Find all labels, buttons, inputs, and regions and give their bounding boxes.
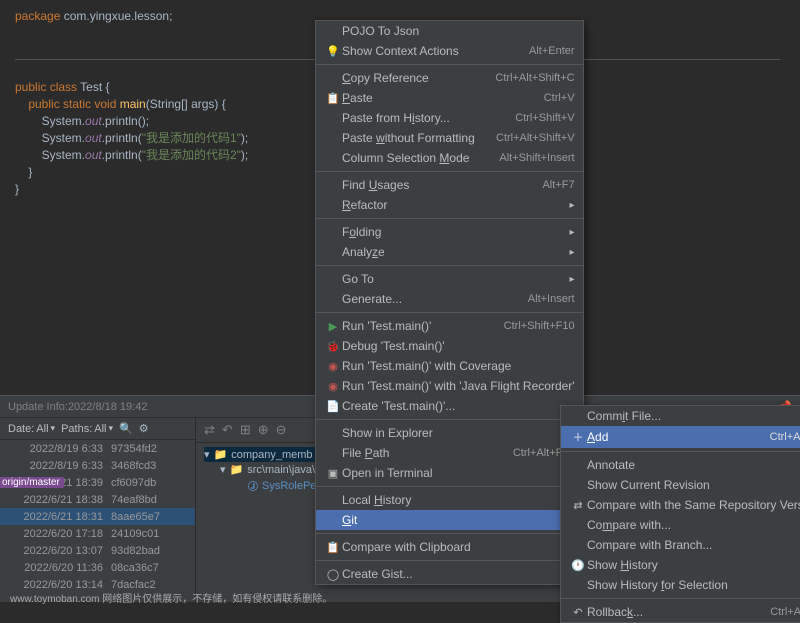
submenu-rollback[interactable]: ↶Rollback...Ctrl+Alt+Z — [561, 602, 800, 622]
group-icon[interactable]: ⊞ — [240, 422, 251, 438]
menu-run[interactable]: ▶Run 'Test.main()'Ctrl+Shift+F10 — [316, 316, 583, 336]
menu-folding[interactable]: Folding▸ — [316, 222, 583, 242]
jfr-icon: ◉ — [324, 380, 342, 393]
menu-column-mode[interactable]: Column Selection ModeAlt+Shift+Insert — [316, 148, 583, 168]
menu-paste[interactable]: 📋PasteCtrl+V — [316, 88, 583, 108]
menu-compare-clipboard[interactable]: 📋Compare with Clipboard — [316, 537, 583, 557]
menu-file-path[interactable]: File PathCtrl+Alt+F12 — [316, 443, 583, 463]
menu-refactor[interactable]: Refactor▸ — [316, 195, 583, 215]
submenu-annotate[interactable]: Annotate — [561, 455, 800, 475]
menu-show-explorer[interactable]: Show in Explorer — [316, 423, 583, 443]
bottom-watermark: www.toymoban.com 网络图片仅供展示，不存储，如有侵权请联系删除。 — [10, 590, 332, 605]
magnifier-icon[interactable]: 🔍 — [119, 422, 133, 435]
settings-icon[interactable]: ⚙ — [139, 422, 149, 435]
submenu-show-history-sel[interactable]: Show History for Selection — [561, 575, 800, 595]
context-menu: POJO To Json 💡Show Context ActionsAlt+En… — [315, 20, 584, 585]
commit-row: 2022/6/20 13:0793d82bad — [0, 542, 195, 559]
class-icon: Ⓙ — [248, 478, 258, 493]
compare-icon: ⇄ — [569, 499, 587, 512]
bulb-icon: 💡 — [324, 45, 342, 58]
submenu-add[interactable]: ＋AddCtrl+Alt+A — [561, 426, 800, 448]
menu-coverage[interactable]: ◉Run 'Test.main()' with Coverage — [316, 356, 583, 376]
submenu-compare-same[interactable]: ⇄Compare with the Same Repository Versio… — [561, 495, 800, 515]
commit-row: origin/master2022/6/21 18:39cf6097db — [0, 474, 195, 491]
submenu-show-history[interactable]: 🕐Show History — [561, 555, 800, 575]
revert-icon[interactable]: ↶ — [222, 422, 233, 438]
menu-jfr[interactable]: ◉Run 'Test.main()' with 'Java Flight Rec… — [316, 376, 583, 396]
submenu-compare-with[interactable]: Compare with... — [561, 515, 800, 535]
commit-row: 2022/8/19 6:3397354fd2 — [0, 440, 195, 457]
menu-create-run[interactable]: 📄Create 'Test.main()'... — [316, 396, 583, 416]
run-icon: ▶ — [324, 320, 342, 333]
add-icon: ＋ — [569, 429, 587, 445]
coverage-icon: ◉ — [324, 360, 342, 373]
debug-icon: 🐞 — [324, 340, 342, 353]
menu-git[interactable]: Git▸ — [316, 510, 583, 530]
commit-row: 2022/8/19 6:333468fcd3 — [0, 457, 195, 474]
commit-row: 2022/6/20 17:1824109c01 — [0, 525, 195, 542]
history-icon: 🕐 — [569, 559, 587, 572]
date-filter[interactable]: Date: All▾ — [8, 423, 55, 435]
paths-filter[interactable]: Paths: All▾ — [61, 423, 113, 435]
collapse-icon[interactable]: ⊖ — [276, 422, 287, 438]
submenu-commit-file[interactable]: Commit File... — [561, 406, 800, 426]
menu-paste-history[interactable]: Paste from History...Ctrl+Shift+V — [316, 108, 583, 128]
paste-icon: 📋 — [324, 92, 342, 105]
menu-paste-plain[interactable]: Paste without FormattingCtrl+Alt+Shift+V — [316, 128, 583, 148]
git-submenu: Commit File... ＋AddCtrl+Alt+A Annotate S… — [560, 405, 800, 623]
menu-context-actions[interactable]: 💡Show Context ActionsAlt+Enter — [316, 41, 583, 61]
folder-icon: 📁 — [214, 448, 228, 461]
filter-row: Date: All▾ Paths: All▾ 🔍 ⚙ — [0, 418, 195, 440]
github-icon: ◯ — [324, 568, 342, 581]
diff-icon[interactable]: ⇄ — [204, 422, 215, 438]
menu-pojo[interactable]: POJO To Json — [316, 21, 583, 41]
menu-goto[interactable]: Go To▸ — [316, 269, 583, 289]
commit-row: 2022/6/21 18:3874eaf8bd — [0, 491, 195, 508]
menu-analyze[interactable]: Analyze▸ — [316, 242, 583, 262]
commit-list[interactable]: 2022/8/19 6:3397354fd2 2022/8/19 6:33346… — [0, 440, 195, 602]
rollback-icon: ↶ — [569, 606, 587, 619]
commit-row: 2022/6/21 18:318aae65e7 — [0, 508, 195, 525]
submenu-compare-branch[interactable]: Compare with Branch... — [561, 535, 800, 555]
menu-open-terminal[interactable]: ▣Open in Terminal — [316, 463, 583, 483]
create-config-icon: 📄 — [324, 400, 342, 413]
commit-row: 2022/6/20 11:3608ca36c7 — [0, 559, 195, 576]
menu-copy-reference[interactable]: Copy ReferenceCtrl+Alt+Shift+C — [316, 68, 583, 88]
menu-find-usages[interactable]: Find UsagesAlt+F7 — [316, 175, 583, 195]
menu-generate[interactable]: Generate...Alt+Insert — [316, 289, 583, 309]
branch-label: origin/master — [0, 477, 64, 488]
menu-create-gist[interactable]: ◯Create Gist... — [316, 564, 583, 584]
terminal-icon: ▣ — [324, 467, 342, 480]
compare-icon: 📋 — [324, 541, 342, 554]
submenu-show-current[interactable]: Show Current Revision — [561, 475, 800, 495]
folder-icon: 📁 — [230, 463, 244, 476]
menu-debug[interactable]: 🐞Debug 'Test.main()' — [316, 336, 583, 356]
menu-local-history[interactable]: Local History▸ — [316, 490, 583, 510]
expand-icon[interactable]: ⊕ — [258, 422, 269, 438]
